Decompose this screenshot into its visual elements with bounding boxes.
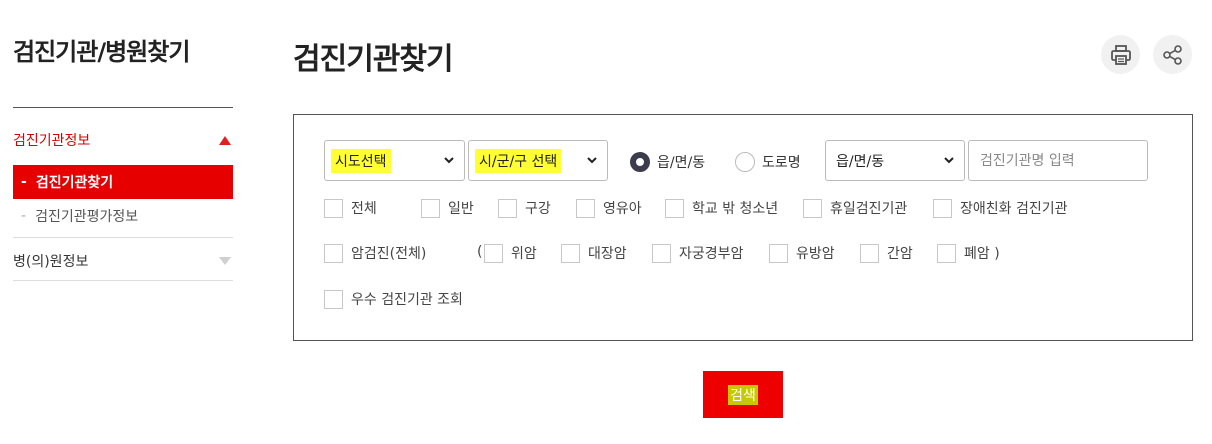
radio-label: 읍/면/동 — [657, 155, 706, 171]
menu-head-label: 검진기관정보 — [13, 133, 91, 149]
radio-label: 도로명 — [762, 155, 801, 171]
checkbox-excellent-institution[interactable]: 우수 검진기관 조회 — [324, 289, 463, 309]
search-form: 시도선택 시/군/구 선택 읍/면/동 도로명 읍/면/동 전체 일반 구강 영… — [293, 114, 1193, 341]
checkbox-label: 유방암 — [796, 246, 835, 262]
sido-select[interactable]: 시도선택 — [324, 140, 465, 181]
checkbox-icon — [933, 198, 952, 218]
sidebar-item-label: 검진기관찾기 — [35, 175, 114, 191]
checkbox-infant[interactable]: 영유아 — [576, 198, 642, 218]
print-button[interactable] — [1101, 35, 1140, 74]
chevron-down-icon — [587, 157, 597, 164]
sidebar-item-find-checkup[interactable]: - 검진기관찾기 — [13, 165, 233, 199]
menu-group-checkup-info: 검진기관정보 - 검진기관찾기 - 검진기관평가정보 — [13, 115, 233, 233]
checkbox-icon — [937, 243, 956, 263]
checkbox-all[interactable]: 전체 — [324, 198, 377, 218]
sidebar-item-evaluation[interactable]: - 검진기관평가정보 — [13, 199, 233, 233]
checkbox-label: 전체 — [351, 201, 377, 217]
dash-icon: - — [21, 174, 27, 190]
chevron-down-icon — [944, 157, 954, 164]
menu-head-label: 병(의)원정보 — [13, 254, 89, 270]
checkbox-label: 대장암 — [588, 246, 627, 262]
checkbox-lung-cancer[interactable]: 폐암 ) — [937, 243, 1000, 263]
share-icon — [1162, 44, 1182, 65]
checkbox-out-of-school-youth[interactable]: 학교 밖 청소년 — [665, 198, 778, 218]
dong-select[interactable]: 읍/면/동 — [825, 140, 965, 181]
checkbox-label: 자궁경부암 — [679, 246, 744, 262]
print-icon — [1110, 44, 1131, 65]
institution-name-input[interactable] — [968, 140, 1148, 181]
radio-checked-icon — [630, 152, 650, 172]
checkbox-icon — [860, 243, 879, 263]
checkbox-icon — [561, 243, 580, 263]
checkbox-label: 영유아 — [603, 201, 642, 217]
checkbox-label: 장애친화 검진기관 — [960, 201, 1068, 217]
checkbox-icon — [484, 243, 503, 263]
checkbox-icon — [324, 243, 343, 263]
checkbox-general[interactable]: 일반 — [421, 198, 474, 218]
menu-divider — [13, 280, 233, 281]
sidebar-top-divider — [13, 107, 233, 108]
checkbox-icon — [421, 198, 440, 218]
checkbox-label: 학교 밖 청소년 — [692, 201, 779, 217]
checkbox-label: 휴일검진기관 — [830, 201, 908, 217]
search-button-label: 검색 — [728, 384, 758, 405]
checkbox-label: 우수 검진기관 조회 — [351, 292, 463, 308]
dong-select-value: 읍/면/동 — [836, 153, 885, 170]
sidebar-title: 검진기관/병원찾기 — [13, 38, 190, 66]
checkbox-icon — [324, 289, 343, 309]
checkbox-label: 암검진(전체) — [351, 246, 427, 262]
sigungu-select[interactable]: 시/군/구 선택 — [468, 140, 608, 181]
checkbox-icon — [652, 243, 671, 263]
page-title: 검진기관찾기 — [293, 42, 454, 77]
expand-arrow-icon — [219, 257, 231, 265]
radio-road[interactable]: 도로명 — [735, 152, 801, 172]
collapse-arrow-icon — [219, 135, 231, 145]
checkbox-label: 구강 — [525, 201, 551, 217]
radio-dong[interactable]: 읍/면/동 — [630, 152, 705, 172]
sidebar-item-label: 검진기관평가정보 — [35, 209, 139, 225]
checkbox-disability-friendly[interactable]: 장애친화 검진기관 — [933, 198, 1068, 218]
checkbox-icon — [498, 198, 517, 218]
menu-head-hospital-info[interactable]: 병(의)원정보 — [13, 236, 233, 286]
share-button[interactable] — [1153, 35, 1192, 74]
paren-open: ( — [477, 244, 483, 260]
checkbox-cancer-all[interactable]: 암검진(전체) — [324, 243, 426, 263]
checkbox-holiday[interactable]: 휴일검진기관 — [803, 198, 907, 218]
checkbox-label: 폐암 ) — [964, 246, 1000, 262]
checkbox-label: 일반 — [448, 201, 474, 217]
checkbox-icon — [324, 198, 343, 218]
menu-group-hospital-info: 병(의)원정보 — [13, 236, 233, 286]
checkbox-icon — [665, 198, 684, 218]
sido-select-value: 시도선택 — [331, 148, 391, 173]
dash-icon: - — [21, 208, 27, 224]
checkbox-breast-cancer[interactable]: 유방암 — [769, 243, 835, 263]
chevron-down-icon — [444, 157, 454, 164]
checkbox-label: 위암 — [511, 246, 537, 262]
checkbox-label: 간암 — [887, 246, 913, 262]
checkbox-icon — [803, 198, 822, 218]
checkbox-colon-cancer[interactable]: 대장암 — [561, 243, 627, 263]
radio-unchecked-icon — [735, 152, 755, 172]
checkbox-stomach-cancer[interactable]: 위암 — [484, 243, 537, 263]
menu-head-checkup-info[interactable]: 검진기관정보 — [13, 115, 233, 165]
checkbox-icon — [769, 243, 788, 263]
checkbox-oral[interactable]: 구강 — [498, 198, 551, 218]
checkbox-icon — [576, 198, 595, 218]
checkbox-liver-cancer[interactable]: 간암 — [860, 243, 913, 263]
search-button[interactable]: 검색 — [703, 371, 783, 418]
checkbox-cervical-cancer[interactable]: 자궁경부암 — [652, 243, 743, 263]
sigungu-select-value: 시/군/구 선택 — [475, 148, 562, 173]
